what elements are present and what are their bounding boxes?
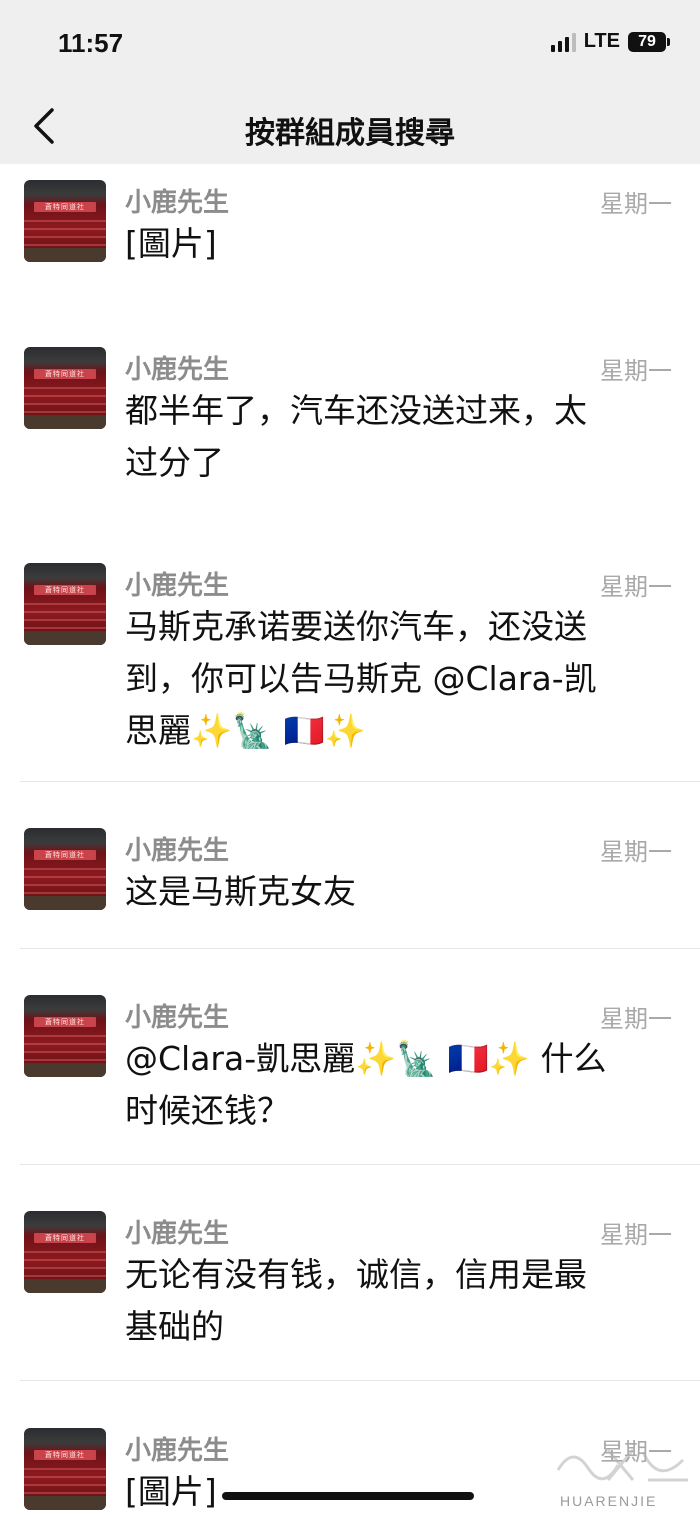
avatar-stripe: [24, 884, 106, 886]
watermark-text: HUARENJIE: [560, 1493, 658, 1509]
avatar-floor: [24, 1063, 106, 1077]
message-line: 过分了: [125, 443, 224, 482]
nav-bar: 按群組成員搜尋: [0, 88, 700, 164]
message-sender: 小鹿先生: [125, 1003, 230, 1033]
avatar-stripe: [24, 403, 106, 405]
avatar-floor: [24, 631, 106, 645]
message-day: 星期一: [600, 357, 672, 385]
avatar-stripe: [24, 1035, 106, 1037]
avatar-sign-text: 蒼特同道社: [34, 369, 96, 379]
avatar[interactable]: 蒼特同道社: [24, 828, 106, 910]
battery-level: 79: [638, 32, 656, 50]
avatar-stripe: [24, 236, 106, 238]
avatar-stripe: [24, 1476, 106, 1478]
avatar-floor: [24, 1496, 106, 1510]
avatar-stripe: [24, 619, 106, 621]
message-line: 都半年了，汽车还没送过来，太: [125, 391, 587, 430]
message-text[interactable]: @Clara-凱思麗✨🗽 🇫🇷✨ 什么 时候还钱？: [125, 1033, 670, 1137]
message-line: 马斯克承诺要送你汽车，还没送: [125, 607, 587, 646]
message-day: 星期一: [600, 190, 672, 218]
status-bar: 11:57 LTE 79: [0, 0, 700, 88]
avatar-floor: [24, 896, 106, 910]
message-line: 基础的: [125, 1307, 224, 1346]
message-line: @Clara-凱思麗✨🗽 🇫🇷✨ 什么: [125, 1039, 607, 1078]
avatar-stripe: [24, 220, 106, 222]
avatar-sign-text: 蒼特同道社: [34, 1450, 96, 1460]
avatar-sign-text: 蒼特同道社: [34, 202, 96, 212]
avatar-stripe: [24, 1267, 106, 1269]
message-sender: 小鹿先生: [125, 836, 230, 866]
message-text[interactable]: 这是马斯克女友: [125, 866, 670, 918]
message-day: 星期一: [600, 1005, 672, 1033]
message-sender: 小鹿先生: [125, 1219, 230, 1249]
avatar-stripe: [24, 876, 106, 878]
avatar-stripe: [24, 411, 106, 413]
avatar-sign-text: 蒼特同道社: [34, 850, 96, 860]
message-line: [圖片]: [125, 224, 217, 263]
divider: [20, 781, 700, 782]
avatar[interactable]: 蒼特同道社: [24, 347, 106, 429]
avatar-stripe: [24, 1059, 106, 1061]
battery-icon: 79: [628, 31, 670, 52]
avatar-stripe: [24, 1259, 106, 1261]
message-sender: 小鹿先生: [125, 355, 230, 385]
avatar-stripe: [24, 892, 106, 894]
message-day: 星期一: [600, 1221, 672, 1249]
avatar[interactable]: 蒼特同道社: [24, 563, 106, 645]
status-time: 11:57: [58, 28, 124, 58]
avatar-stripe: [24, 1275, 106, 1277]
avatar[interactable]: 蒼特同道社: [24, 1211, 106, 1293]
avatar-stripe: [24, 1251, 106, 1253]
divider: [20, 948, 700, 949]
status-indicators: LTE 79: [550, 30, 670, 53]
avatar-stripe: [24, 228, 106, 230]
message-text[interactable]: [圖片]: [125, 218, 670, 270]
avatar-floor: [24, 415, 106, 429]
message-text[interactable]: 都半年了，汽车还没送过来，太 过分了: [125, 385, 670, 489]
message-text[interactable]: 马斯克承诺要送你汽车，还没送 到，你可以告马斯克 @Clara-凯 思麗✨🗽 🇫🇷✨: [125, 601, 670, 757]
avatar-stripe: [24, 387, 106, 389]
avatar-stripe: [24, 1484, 106, 1486]
avatar-stripe: [24, 627, 106, 629]
divider: [20, 1380, 700, 1381]
message-line: 时候还钱？: [125, 1091, 290, 1130]
avatar-sign-text: 蒼特同道社: [34, 1233, 96, 1243]
redaction-bar: [222, 1492, 474, 1500]
network-type: LTE: [583, 30, 620, 52]
avatar-stripe: [24, 868, 106, 870]
signal-icon: [550, 32, 576, 52]
page-title: 按群組成員搜尋: [245, 116, 455, 151]
avatar-floor: [24, 248, 106, 262]
message-day: 星期一: [600, 838, 672, 866]
avatar-sign-text: 蒼特同道社: [34, 585, 96, 595]
message-line: 这是马斯克女友: [125, 872, 356, 911]
avatar-stripe: [24, 603, 106, 605]
divider: [20, 1164, 700, 1165]
avatar-stripe: [24, 1468, 106, 1470]
avatar[interactable]: 蒼特同道社: [24, 180, 106, 262]
avatar-stripe: [24, 1492, 106, 1494]
message-sender: 小鹿先生: [125, 1436, 230, 1466]
avatar-sign-text: 蒼特同道社: [34, 1017, 96, 1027]
message-line: 到，你可以告马斯克 @Clara-凯: [125, 659, 597, 698]
message-sender: 小鹿先生: [125, 188, 230, 218]
message-day: 星期一: [600, 573, 672, 601]
message-sender: 小鹿先生: [125, 571, 230, 601]
avatar-stripe: [24, 244, 106, 246]
avatar[interactable]: 蒼特同道社: [24, 1428, 106, 1510]
avatar-stripe: [24, 1043, 106, 1045]
message-line: 思麗✨🗽 🇫🇷✨: [125, 711, 366, 750]
message-text[interactable]: 无论有没有钱，诚信，信用是最 基础的: [125, 1249, 670, 1353]
message-line: 无论有没有钱，诚信，信用是最: [125, 1255, 587, 1294]
avatar-stripe: [24, 1051, 106, 1053]
avatar-stripe: [24, 611, 106, 613]
avatar-floor: [24, 1279, 106, 1293]
avatar[interactable]: 蒼特同道社: [24, 995, 106, 1077]
avatar-stripe: [24, 395, 106, 397]
